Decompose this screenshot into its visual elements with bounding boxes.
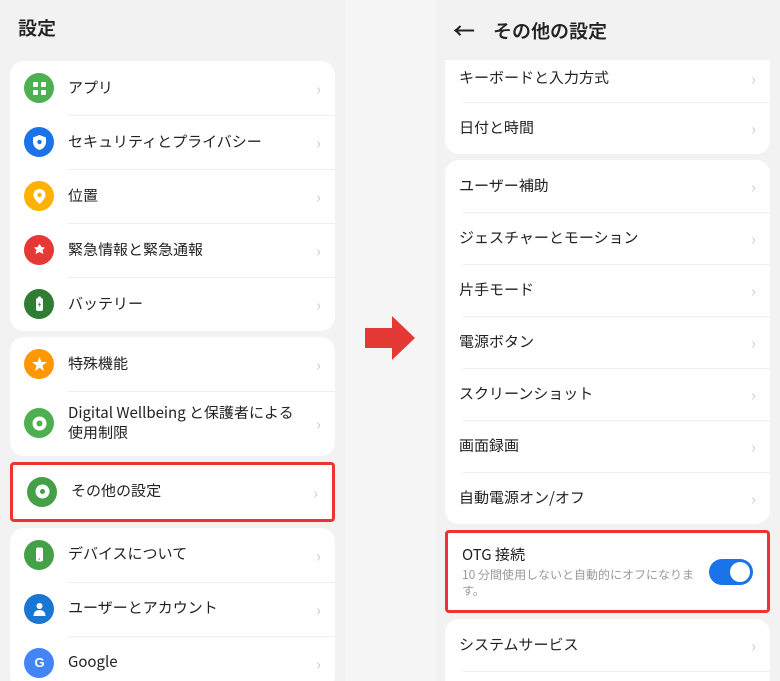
shield-icon — [24, 127, 54, 157]
settings-row[interactable]: スクリーンショット › — [445, 368, 770, 420]
other-settings-screen: ← その他の設定 キーボードと入力方式›日付と時間›ユーザー補助›ジェスチャーと… — [435, 0, 780, 681]
chevron-right-icon: › — [751, 116, 756, 140]
settings-section: システムサービス › バックアップとリセット› — [445, 619, 770, 681]
row-label: デバイスについて — [68, 544, 308, 564]
settings-row[interactable]: 特殊機能 › — [10, 337, 335, 391]
chevron-right-icon: › — [316, 292, 321, 316]
apps-icon — [24, 73, 54, 103]
settings-row[interactable]: その他の設定 › — [13, 465, 332, 519]
user-icon — [24, 594, 54, 624]
chevron-right-icon: › — [313, 480, 318, 504]
row-label: その他の設定 — [71, 481, 305, 501]
settings-section: キーボードと入力方式 › 日付と時間 › — [445, 60, 770, 154]
google-icon — [24, 648, 54, 678]
gear-icon — [27, 477, 57, 507]
row-label: アプリ — [68, 78, 308, 98]
settings-row[interactable]: ジェスチャーとモーション › — [445, 212, 770, 264]
page-title: その他の設定 — [493, 17, 607, 44]
row-label: 日付と時間 — [459, 118, 743, 138]
toggle-switch[interactable] — [709, 559, 753, 585]
back-button[interactable]: ← — [453, 14, 475, 46]
chevron-right-icon: › — [751, 486, 756, 510]
chevron-right-icon: › — [316, 411, 321, 435]
arrow-indicator — [345, 0, 435, 681]
row-label: 片手モード — [459, 280, 743, 300]
settings-row[interactable]: 自動電源オン/オフ › — [445, 472, 770, 524]
settings-row[interactable]: 日付と時間 › — [445, 102, 770, 154]
chevron-right-icon: › — [316, 651, 321, 675]
chevron-right-icon: › — [751, 226, 756, 250]
wellbeing-icon — [24, 408, 54, 438]
row-label: 電源ボタン — [459, 332, 743, 352]
header: ← その他の設定 — [435, 0, 780, 60]
row-label: バッテリー — [68, 294, 308, 314]
highlighted-section: その他の設定 › — [10, 462, 335, 522]
row-label: ジェスチャーとモーション — [459, 228, 743, 248]
row-label: システムサービス — [459, 635, 743, 655]
alert-icon — [24, 235, 54, 265]
arrow-right-icon — [360, 308, 420, 373]
row-label: キーボードと入力方式 — [459, 68, 743, 88]
settings-row[interactable]: OTG 接続10 分間使用しないと自動的にオフになります。 — [448, 533, 767, 610]
settings-section: アプリ › セキュリティとプライバシー › 位置 › 緊急情報と緊急通報 › バッテリー › — [10, 61, 335, 331]
settings-row[interactable]: バッテリー › — [10, 277, 335, 331]
header: 設定 — [0, 0, 345, 55]
chevron-right-icon: › — [316, 184, 321, 208]
page-title: 設定 — [18, 14, 56, 41]
row-label: スクリーンショット — [459, 384, 743, 404]
settings-row[interactable]: Google › — [10, 636, 335, 681]
settings-row[interactable]: 画面録画 › — [445, 420, 770, 472]
chevron-right-icon: › — [316, 597, 321, 621]
settings-row[interactable]: デバイスについて › — [10, 528, 335, 582]
settings-screen: 設定 アプリ › セキュリティとプライバシー › 位置 › 緊急情報と緊急通報 › バッテリー ›… — [0, 0, 345, 681]
settings-row[interactable]: システムサービス › — [445, 619, 770, 671]
pin-icon — [24, 181, 54, 211]
row-label: 自動電源オン/オフ — [459, 488, 743, 508]
row-label: Google — [68, 652, 308, 672]
settings-row[interactable]: セキュリティとプライバシー › — [10, 115, 335, 169]
chevron-right-icon: › — [751, 278, 756, 302]
settings-row[interactable]: バックアップとリセット› — [445, 671, 770, 681]
chevron-right-icon: › — [316, 543, 321, 567]
row-label: 特殊機能 — [68, 354, 308, 374]
settings-list: キーボードと入力方式›日付と時間›ユーザー補助›ジェスチャーとモーション›片手モ… — [435, 60, 780, 681]
settings-row[interactable]: ユーザー補助 › — [445, 160, 770, 212]
row-label: ユーザー補助 — [459, 176, 743, 196]
chevron-right-icon: › — [751, 434, 756, 458]
highlighted-section: OTG 接続10 分間使用しないと自動的にオフになります。 — [445, 530, 770, 613]
row-label: 緊急情報と緊急通報 — [68, 240, 308, 260]
chevron-right-icon: › — [316, 238, 321, 262]
row-sublabel: 10 分間使用しないと自動的にオフになります。 — [462, 567, 709, 598]
chevron-right-icon: › — [751, 174, 756, 198]
row-label: 位置 — [68, 186, 308, 206]
row-label: セキュリティとプライバシー — [68, 132, 308, 152]
settings-row[interactable]: 片手モード › — [445, 264, 770, 316]
settings-row[interactable]: 位置 › — [10, 169, 335, 223]
settings-row[interactable]: キーボードと入力方式 › — [445, 60, 770, 102]
chevron-right-icon: › — [751, 633, 756, 657]
device-icon — [24, 540, 54, 570]
settings-section: デバイスについて › ユーザーとアカウント › Google › — [10, 528, 335, 681]
chevron-right-icon: › — [316, 352, 321, 376]
chevron-right-icon: › — [751, 66, 756, 90]
settings-row[interactable]: Digital Wellbeing と保護者による使用制限 › — [10, 391, 335, 456]
chevron-right-icon: › — [316, 76, 321, 100]
row-label: ユーザーとアカウント — [68, 598, 308, 618]
row-label: OTG 接続 — [462, 545, 709, 565]
row-label: 画面録画 — [459, 436, 743, 456]
chevron-right-icon: › — [316, 130, 321, 154]
settings-list: アプリ›セキュリティとプライバシー›位置›緊急情報と緊急通報›バッテリー›特殊機… — [0, 55, 345, 681]
settings-row[interactable]: 緊急情報と緊急通報 › — [10, 223, 335, 277]
settings-row[interactable]: 電源ボタン › — [445, 316, 770, 368]
battery-icon — [24, 289, 54, 319]
chevron-right-icon: › — [751, 330, 756, 354]
settings-section: 特殊機能 › Digital Wellbeing と保護者による使用制限 › — [10, 337, 335, 456]
chevron-right-icon: › — [751, 382, 756, 406]
settings-row[interactable]: アプリ › — [10, 61, 335, 115]
settings-section: ユーザー補助›ジェスチャーとモーション›片手モード›電源ボタン›スクリーンショッ… — [445, 160, 770, 524]
star-icon — [24, 349, 54, 379]
row-label: Digital Wellbeing と保護者による使用制限 — [68, 403, 308, 444]
settings-row[interactable]: ユーザーとアカウント › — [10, 582, 335, 636]
